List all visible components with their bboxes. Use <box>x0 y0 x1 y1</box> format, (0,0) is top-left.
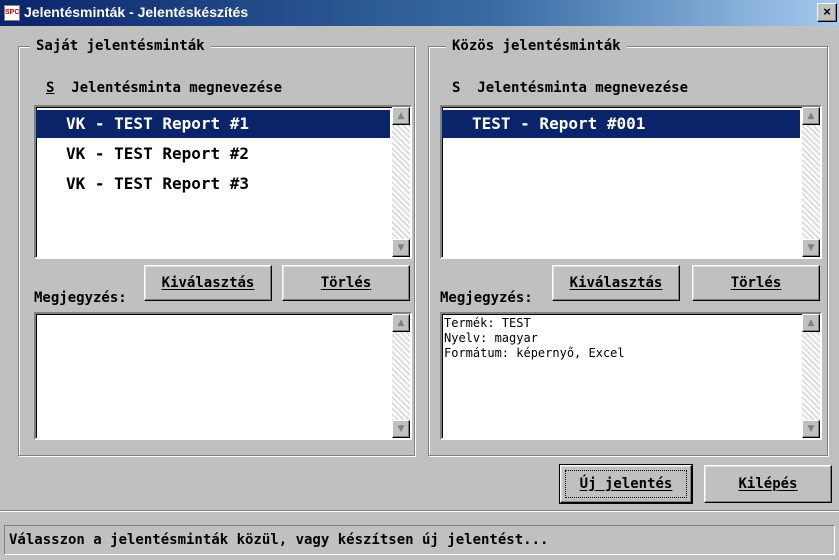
status-bar: Válasszon a jelentésminták közül, vagy k… <box>4 525 835 555</box>
own-column-prefix: S <box>46 80 55 96</box>
window-title: Jelentésminták - Jelentéskészítés <box>24 4 249 20</box>
exit-button-label: Kilépés <box>738 476 798 492</box>
shared-note-label: Megjegyzés: <box>440 290 533 306</box>
shared-column-title: Jelentésminta megnevezése <box>477 80 689 96</box>
own-templates-column-header: S Jelentésminta megnevezése <box>46 80 282 96</box>
shared-select-button[interactable]: Kiválasztás <box>552 265 680 301</box>
own-select-button-label: Kiválasztás <box>161 275 255 291</box>
new-report-button[interactable]: Új jelentés <box>559 464 693 504</box>
focus-rectangle <box>565 470 687 498</box>
shared-delete-button[interactable]: Törlés <box>692 265 820 301</box>
shared-delete-button-label: Törlés <box>730 275 782 291</box>
scroll-down-icon[interactable]: ▼ <box>802 420 820 438</box>
shared-templates-list[interactable]: TEST - Report #001 ▲ ▼ <box>440 105 822 259</box>
own-select-button[interactable]: Kiválasztás <box>144 265 272 301</box>
shared-note-text: Termék: TEST Nyelv: magyar Formátum: kép… <box>444 316 625 360</box>
list-item[interactable]: VK - TEST Report #2 <box>36 140 390 168</box>
scroll-down-icon[interactable]: ▼ <box>392 239 410 257</box>
separator <box>0 510 839 512</box>
own-column-title: Jelentésminta megnevezése <box>71 80 283 96</box>
list-item[interactable]: VK - TEST Report #3 <box>36 170 390 198</box>
shared-note-textarea[interactable]: Termék: TEST Nyelv: magyar Formátum: kép… <box>440 312 822 440</box>
scroll-down-icon[interactable]: ▼ <box>392 420 410 438</box>
title-bar[interactable]: SPC Jelentésminták - Jelentéskészítés × <box>0 0 839 26</box>
status-text: Válasszon a jelentésminták közül, vagy k… <box>9 532 549 548</box>
list-item[interactable]: VK - TEST Report #1 <box>36 110 390 138</box>
own-note-textarea[interactable]: ▲ ▼ <box>34 312 412 440</box>
shared-note-scrollbar[interactable]: ▲ ▼ <box>802 314 820 438</box>
shared-templates-legend: Közös jelentésminták <box>446 38 627 54</box>
shared-column-prefix: S <box>452 80 461 96</box>
own-note-label: Megjegyzés: <box>34 290 127 306</box>
own-templates-legend: Saját jelentésminták <box>30 38 211 54</box>
shared-list-scrollbar[interactable]: ▲ ▼ <box>802 107 820 257</box>
scroll-up-icon[interactable]: ▲ <box>392 107 410 125</box>
dialog-window: SPC Jelentésminták - Jelentéskészítés × … <box>0 0 839 560</box>
own-list-scrollbar[interactable]: ▲ ▼ <box>392 107 410 257</box>
close-button[interactable]: × <box>817 3 837 22</box>
list-item[interactable]: TEST - Report #001 <box>442 110 800 138</box>
scroll-up-icon[interactable]: ▲ <box>802 107 820 125</box>
own-delete-button-label: Törlés <box>320 275 372 291</box>
scroll-up-icon[interactable]: ▲ <box>392 314 410 332</box>
scroll-down-icon[interactable]: ▼ <box>802 239 820 257</box>
own-templates-list[interactable]: VK - TEST Report #1 VK - TEST Report #2 … <box>34 105 412 259</box>
own-note-scrollbar[interactable]: ▲ ▼ <box>392 314 410 438</box>
shared-select-button-label: Kiválasztás <box>569 275 663 291</box>
app-icon: SPC <box>4 5 20 21</box>
exit-button[interactable]: Kilépés <box>704 465 832 503</box>
scroll-up-icon[interactable]: ▲ <box>802 314 820 332</box>
shared-templates-column-header: S Jelentésminta megnevezése <box>452 80 688 96</box>
own-delete-button[interactable]: Törlés <box>282 265 410 301</box>
